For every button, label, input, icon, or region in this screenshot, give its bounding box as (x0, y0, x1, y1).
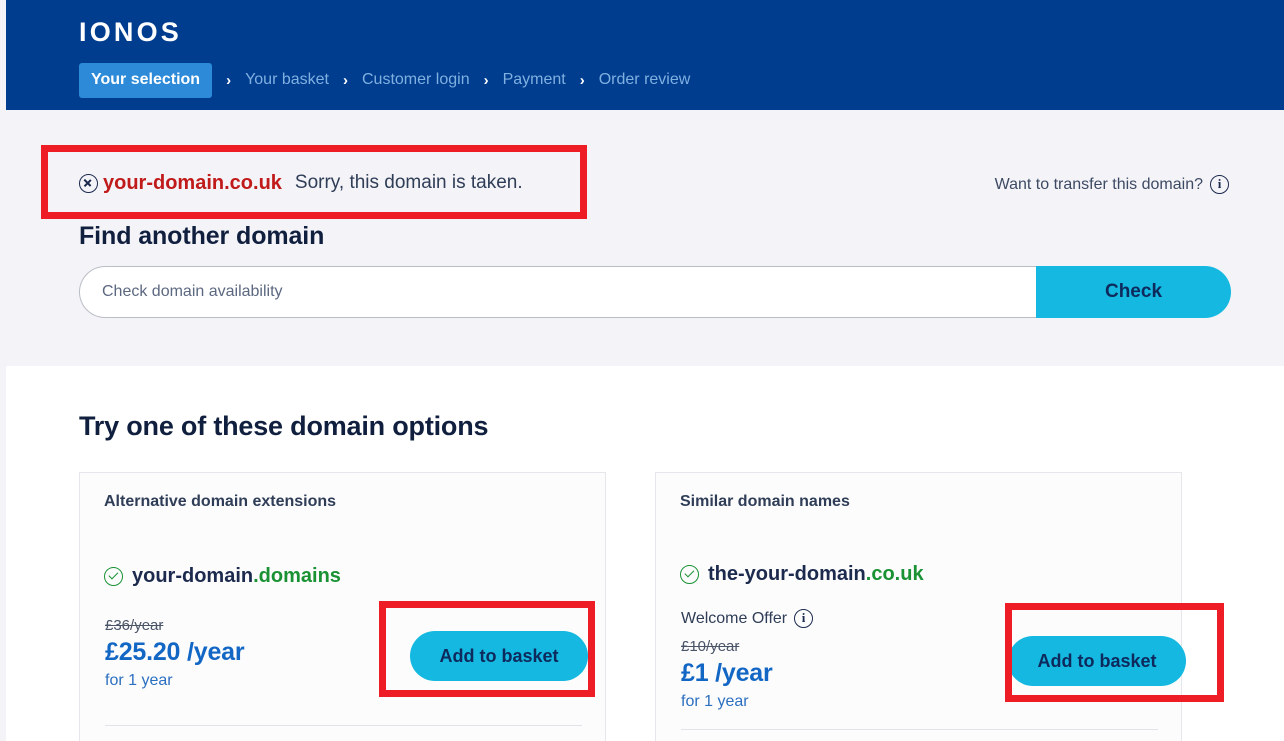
card-domain-sld: the-your-domain (708, 563, 866, 585)
card-price-block: £36/year £25.20 /year for 1 year (105, 615, 245, 692)
info-icon[interactable] (1210, 175, 1229, 194)
card-price-block: £10/year £1 /year for 1 year (681, 636, 773, 713)
find-another-domain-heading: Find another domain (79, 222, 325, 250)
ionos-logo[interactable]: IONOS (79, 19, 182, 46)
welcome-offer-label: Welcome Offer (681, 609, 788, 627)
welcome-offer-row: Welcome Offer (681, 609, 814, 628)
card-domain-sld: your-domain (132, 565, 254, 587)
domain-option-card-alternative-extensions: Alternative domain extensions your-domai… (79, 472, 606, 741)
domain-option-card-similar-names: Similar domain names the-your-domain.co.… (655, 472, 1186, 741)
card-price-term: for 1 year (681, 693, 749, 710)
breadcrumb-step-your-basket[interactable]: Your basket (245, 72, 329, 88)
browser-left-edge-strip (0, 0, 6, 741)
card-divider (681, 729, 1158, 730)
breadcrumb-step-customer-login[interactable]: Customer login (362, 72, 470, 88)
domain-search-input[interactable] (79, 266, 1036, 318)
card-title: Alternative domain extensions (104, 493, 337, 510)
card-domain-tld: .co.uk (865, 563, 924, 585)
breadcrumb-chevron-icon-4: › (579, 71, 585, 89)
breadcrumb-step-order-review[interactable]: Order review (599, 72, 691, 88)
card-price-old: £36/year (105, 617, 164, 634)
breadcrumb-chevron-icon-3: › (483, 71, 489, 89)
card-domain-row: your-domain.domains (104, 565, 341, 588)
card-domain-tld: .domains (253, 565, 341, 587)
card-domain-name: your-domain.domains (132, 565, 341, 588)
transfer-domain-label: Want to transfer this domain? (994, 175, 1203, 193)
result-domain-name: your-domain.co.uk (103, 171, 282, 194)
card-price-term: for 1 year (105, 672, 173, 689)
check-availability-button[interactable]: Check (1036, 266, 1231, 318)
info-icon[interactable] (794, 609, 814, 628)
add-to-basket-button[interactable]: Add to basket (1008, 636, 1186, 686)
breadcrumb-step-your-selection[interactable]: Your selection (79, 62, 213, 98)
domain-options-heading: Try one of these domain options (79, 411, 489, 441)
breadcrumb-chevron-icon-2: › (342, 71, 348, 89)
error-circle-x-icon (79, 173, 98, 193)
check-circle-icon (104, 567, 123, 586)
domain-taken-result: your-domain.co.uk Sorry, this domain is … (79, 162, 523, 204)
breadcrumb-chevron-icon-1: › (226, 71, 232, 89)
domain-search-form: Check (79, 266, 1231, 318)
card-price-new: £1 /year (681, 659, 773, 687)
breadcrumb-step-payment[interactable]: Payment (503, 72, 566, 88)
card-price-old: £10/year (681, 638, 740, 655)
add-to-basket-button[interactable]: Add to basket (410, 631, 588, 681)
site-header: IONOS Your selection › Your basket › Cus… (0, 0, 1284, 110)
checkout-breadcrumb: Your selection › Your basket › Customer … (79, 62, 691, 98)
page-root: IONOS Your selection › Your basket › Cus… (0, 0, 1284, 741)
result-message: Sorry, this domain is taken. (294, 172, 523, 193)
card-title: Similar domain names (680, 493, 850, 510)
transfer-domain-prompt[interactable]: Want to transfer this domain? (995, 175, 1229, 194)
card-domain-name: the-your-domain.co.uk (708, 563, 924, 586)
card-divider (105, 725, 582, 726)
card-price-new: £25.20 /year (105, 638, 245, 666)
check-circle-icon (680, 565, 699, 584)
card-domain-row: the-your-domain.co.uk (680, 563, 924, 586)
